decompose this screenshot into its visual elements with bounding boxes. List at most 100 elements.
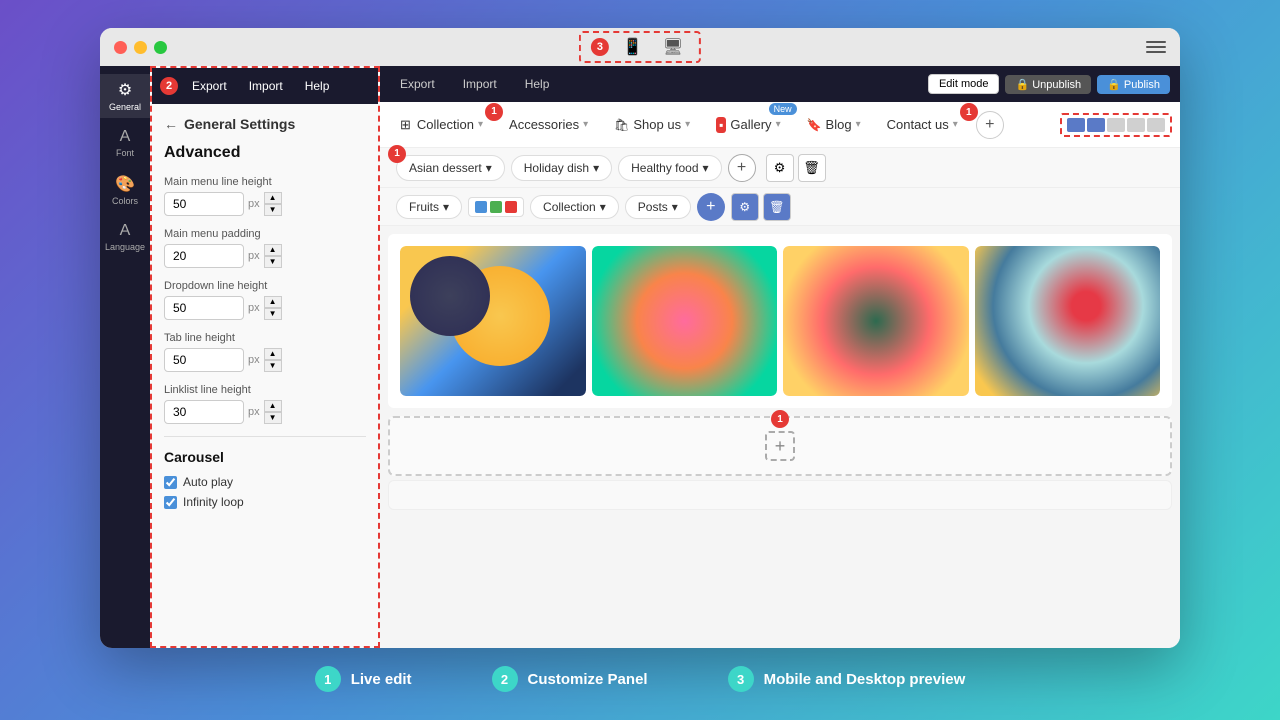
sidebar-item-colors[interactable]: 🎨 Colors: [100, 168, 150, 212]
field-label: Dropdown line height: [164, 280, 366, 292]
sidebar-icons: ⚙ General A Font 🎨 Colors A Language: [100, 66, 150, 648]
footer-text-3: Mobile and Desktop preview: [764, 671, 966, 688]
align-icon[interactable]: [1087, 118, 1105, 132]
badge-3: 3: [591, 38, 609, 56]
field-linklist-line-height: Linklist line height px ▲ ▼: [164, 384, 366, 424]
footer-num-2: 2: [492, 666, 518, 692]
language-icon: A: [120, 222, 131, 240]
decrement-btn[interactable]: ▼: [264, 308, 282, 320]
align-icon-light[interactable]: [1147, 118, 1165, 132]
edit-mode-button[interactable]: Edit mode: [928, 74, 1000, 94]
align-icon-light[interactable]: [1107, 118, 1125, 132]
publish-button[interactable]: 🔒 Publish: [1097, 75, 1170, 94]
nav-item-blog[interactable]: 🔖 Blog ▾: [795, 111, 873, 138]
field-label: Tab line height: [164, 332, 366, 344]
increment-btn[interactable]: ▲: [264, 192, 282, 204]
new-badge: New: [769, 103, 797, 115]
nav-item-shopus[interactable]: 🛍 Shop us ▾: [602, 111, 702, 138]
sub-nav-add-button[interactable]: +: [728, 154, 756, 182]
sidebar-topbar: 2 Export Import Help: [152, 68, 378, 104]
help-button[interactable]: Help: [297, 75, 338, 97]
unpublish-button[interactable]: 🔒 Unpublish: [1005, 75, 1091, 94]
linklist-line-height-input[interactable]: [164, 400, 244, 424]
gallery-icon: ▪: [716, 117, 726, 133]
field-input-row: px ▲ ▼: [164, 400, 366, 424]
auto-play-row: Auto play: [164, 475, 366, 489]
main-menu-padding-input[interactable]: [164, 244, 244, 268]
mobile-preview-button[interactable]: 📱: [617, 35, 649, 59]
sub-nav-item-holiday-dish[interactable]: Holiday dish ▾: [511, 155, 612, 181]
unit-label: px: [248, 406, 260, 418]
import-button[interactable]: Import: [241, 75, 291, 97]
back-arrow-icon[interactable]: ←: [164, 116, 178, 132]
sub-nav-label: Asian dessert: [409, 161, 482, 175]
nav-right-icons: [1060, 113, 1172, 137]
browser-titlebar: 3 📱 🖥: [100, 28, 1180, 66]
sidebar-item-label: Colors: [112, 196, 138, 206]
sub-nav2-item-posts[interactable]: Posts ▾: [625, 195, 691, 219]
align-icon-active[interactable]: [1067, 118, 1085, 132]
main-menu-line-height-input[interactable]: [164, 192, 244, 216]
nav-label: Gallery: [730, 117, 771, 132]
add-section-button[interactable]: +: [765, 431, 795, 461]
footer-num-3: 3: [728, 666, 754, 692]
sidebar-item-language[interactable]: A Language: [100, 216, 150, 258]
decrement-btn[interactable]: ▼: [264, 256, 282, 268]
infinity-loop-checkbox[interactable]: [164, 496, 177, 509]
main-content: Export Import Help Edit mode 🔒 Unpublish…: [380, 66, 1180, 648]
settings-icon-button[interactable]: ⚙: [766, 154, 794, 182]
nav-label: Accessories: [509, 117, 579, 132]
nav-item-contactus[interactable]: Contact us ▾: [875, 111, 970, 138]
import-toolbar-button[interactable]: Import: [453, 73, 507, 95]
sub-nav2-item-collection[interactable]: Collection ▾: [530, 195, 619, 219]
auto-play-checkbox[interactable]: [164, 476, 177, 489]
decrement-btn[interactable]: ▼: [264, 360, 282, 372]
hamburger-line: [1146, 51, 1166, 53]
sidebar-content: ← General Settings Advanced Main menu li…: [152, 104, 378, 527]
increment-btn[interactable]: ▲: [264, 244, 282, 256]
settings-icon-button-2[interactable]: ⚙: [731, 193, 759, 221]
increment-btn[interactable]: ▲: [264, 348, 282, 360]
hamburger-menu[interactable]: [1146, 41, 1166, 53]
sub-nav-item-asian-dessert[interactable]: Asian dessert ▾: [396, 155, 505, 181]
decrement-btn[interactable]: ▼: [264, 412, 282, 424]
chevron-down-icon: ▾: [593, 161, 599, 175]
nav-item-gallery[interactable]: ▪ Gallery ▾ New: [704, 111, 792, 139]
field-input-row: px ▲ ▼: [164, 296, 366, 320]
nav-collection-wrapper: 1 ⊞ Collection ▾: [388, 111, 495, 139]
minimize-button[interactable]: [134, 41, 147, 54]
tab-line-height-input[interactable]: [164, 348, 244, 372]
chevron-down-icon: ▾: [583, 119, 588, 130]
sub-nav2-item-fruits[interactable]: Fruits ▾: [396, 195, 462, 219]
nav-item-accessories[interactable]: Accessories ▾: [497, 111, 600, 138]
decrement-btn[interactable]: ▼: [264, 204, 282, 216]
export-toolbar-button[interactable]: Export: [390, 73, 445, 95]
nav-item-collection[interactable]: ⊞ Collection ▾: [388, 111, 495, 139]
increment-btn[interactable]: ▲: [264, 400, 282, 412]
footer-text-2: Customize Panel: [528, 671, 648, 688]
close-button[interactable]: [114, 41, 127, 54]
desktop-preview-button[interactable]: 🖥: [657, 35, 689, 59]
sub-nav-actions: ⚙ 🗑: [766, 154, 826, 182]
divider: [164, 436, 366, 437]
sub-nav-item-healthy-food[interactable]: Healthy food ▾: [618, 155, 721, 181]
dropdown-line-height-input[interactable]: [164, 296, 244, 320]
export-button[interactable]: Export: [184, 75, 235, 97]
maximize-button[interactable]: [154, 41, 167, 54]
nav-contactus-wrapper: 1 Contact us ▾: [875, 111, 970, 138]
delete-icon-button[interactable]: 🗑: [798, 154, 826, 182]
sidebar-item-font[interactable]: A Font: [100, 122, 150, 164]
infinity-loop-label: Infinity loop: [183, 495, 244, 509]
nav-add-button[interactable]: +: [976, 111, 1004, 139]
stepper: ▲ ▼: [264, 296, 282, 320]
hamburger-line: [1146, 46, 1166, 48]
increment-btn[interactable]: ▲: [264, 296, 282, 308]
field-input-row: px ▲ ▼: [164, 192, 366, 216]
sidebar-item-general[interactable]: ⚙ General: [100, 74, 150, 118]
editor-toolbar: Export Import Help Edit mode 🔒 Unpublish…: [380, 66, 1180, 102]
sub-nav2-add-button[interactable]: +: [697, 193, 725, 221]
align-icon-light[interactable]: [1127, 118, 1145, 132]
delete-icon-button-2[interactable]: 🗑: [763, 193, 791, 221]
image-item-1: [400, 246, 586, 396]
help-toolbar-button[interactable]: Help: [515, 73, 560, 95]
